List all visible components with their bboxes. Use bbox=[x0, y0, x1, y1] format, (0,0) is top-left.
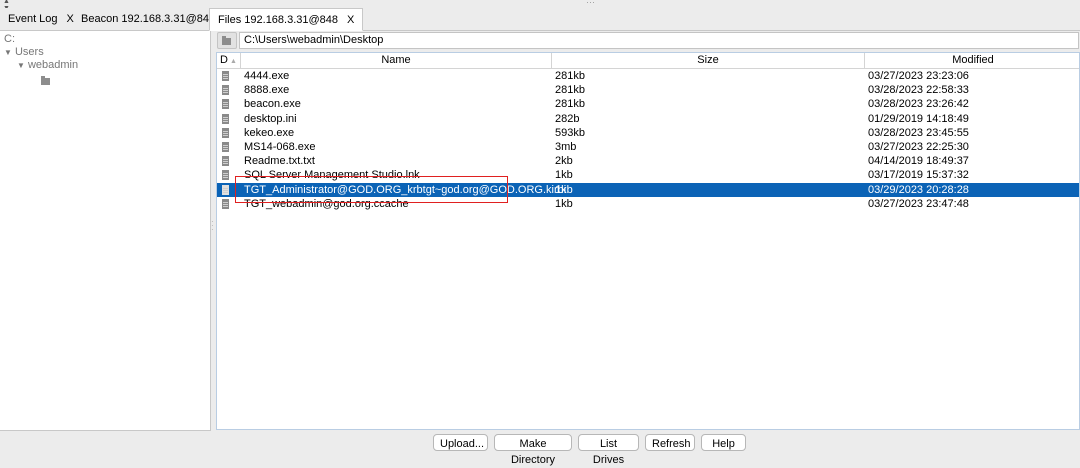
file-modified: 03/28/2023 23:26:42 bbox=[868, 98, 969, 111]
file-modified: 03/27/2023 23:47:48 bbox=[868, 197, 969, 210]
sort-ascending-icon: ▲ bbox=[229, 58, 237, 65]
upload-button[interactable]: Upload... bbox=[433, 434, 488, 451]
table-row[interactable]: beacon.exe 281kb 03/28/2023 23:26:42 bbox=[217, 97, 1079, 111]
folder-icon bbox=[41, 76, 50, 85]
list-drives-button[interactable]: List Drives bbox=[578, 434, 639, 466]
tree-node-label: C: bbox=[4, 33, 15, 45]
table-row[interactable]: desktop.ini 282b 01/29/2019 14:18:49 bbox=[217, 112, 1079, 126]
button-bar: Upload... Make Directory List Drives Ref… bbox=[0, 431, 1080, 466]
table-row[interactable]: TGT_webadmin@god.org.ccache 1kb 03/27/2023… bbox=[217, 197, 1079, 213]
refresh-button[interactable]: Refresh bbox=[645, 434, 695, 451]
tree-node-users[interactable]: ▼ Users bbox=[4, 46, 44, 58]
file-size: 282b bbox=[555, 112, 580, 125]
column-label: D bbox=[220, 54, 228, 66]
file-table[interactable]: D ▲ Name Size Modified 4444.exe 281kb 03/27… bbox=[216, 52, 1080, 430]
column-header-name[interactable]: Name bbox=[241, 53, 552, 68]
expand-arrow-icon[interactable]: ▼ bbox=[17, 61, 25, 70]
file-name: MS14-068.exe bbox=[244, 141, 316, 153]
table-row[interactable]: MS14-068.exe 3mb 03/27/2023 22:25:30 bbox=[217, 140, 1079, 154]
column-header-modified[interactable]: Modified bbox=[865, 53, 1079, 68]
file-name: Readme.txt.txt bbox=[244, 155, 315, 168]
file-icon bbox=[222, 198, 229, 213]
browse-folder-button[interactable] bbox=[217, 32, 237, 49]
path-bar: C:\Users\webadmin\Desktop bbox=[216, 31, 1080, 49]
tree-node-folder[interactable] bbox=[41, 76, 50, 88]
file-size: 1kb bbox=[555, 183, 573, 196]
file-name: TGT_Administrator@GOD.ORG_krbtgt~god.org… bbox=[244, 183, 567, 196]
make-directory-button[interactable]: Make Directory bbox=[494, 434, 572, 466]
tab-label: Files 192.168.3.31@848 bbox=[218, 14, 339, 26]
file-modified: 03/27/2023 22:25:30 bbox=[868, 141, 969, 153]
table-row[interactable]: 4444.exe 281kb 03/27/2023 23:23:06 bbox=[217, 69, 1079, 83]
table-row[interactable]: Readme.txt.txt 2kb 04/14/2019 18:49:37 bbox=[217, 154, 1079, 168]
tree-node-webadmin[interactable]: ▼ webadmin bbox=[17, 59, 78, 71]
table-row[interactable]: kekeo.exe 593kb 03/28/2023 23:45:55 bbox=[217, 126, 1079, 140]
column-header-d[interactable]: D ▲ bbox=[217, 53, 241, 68]
tree-node-label: Users bbox=[14, 46, 44, 58]
tree-node-drive[interactable]: C: bbox=[4, 33, 15, 45]
tab-label: Beacon 192.168.3.31@848 bbox=[81, 13, 216, 25]
file-size: 281kb bbox=[555, 84, 585, 97]
tab-beacon[interactable]: Beacon 192.168.3.31@848X bbox=[73, 8, 231, 30]
table-row[interactable]: 8888.exe 281kb 03/28/2023 22:58:33 bbox=[217, 83, 1079, 97]
folder-icon bbox=[222, 36, 231, 45]
table-row[interactable]: TGT_Administrator@GOD.ORG_krbtgt~god.org… bbox=[217, 182, 1079, 197]
tab-bar: Event LogX Beacon 192.168.3.31@848X File… bbox=[0, 8, 1080, 31]
table-header: D ▲ Name Size Modified bbox=[217, 53, 1079, 69]
tab-files[interactable]: Files 192.168.3.31@848 X bbox=[209, 8, 364, 31]
file-modified: 03/28/2023 23:45:55 bbox=[868, 126, 969, 139]
file-name: 8888.exe bbox=[244, 84, 290, 97]
help-button[interactable]: Help bbox=[701, 434, 746, 451]
file-modified: 03/27/2023 23:23:06 bbox=[868, 70, 969, 82]
path-input[interactable]: C:\Users\webadmin\Desktop bbox=[239, 32, 1079, 49]
file-name: 4444.exe bbox=[244, 70, 290, 82]
tree-node-label: webadmin bbox=[27, 59, 79, 71]
file-size: 2kb bbox=[555, 155, 573, 168]
file-size: 1kb bbox=[555, 169, 573, 182]
file-size: 281kb bbox=[555, 98, 585, 111]
file-modified: 04/14/2019 18:49:37 bbox=[868, 155, 969, 168]
window-top-strip: ▲▼ ··· bbox=[0, 0, 1080, 12]
file-name: beacon.exe bbox=[244, 98, 301, 111]
file-name: SQL Server Management Studio.lnk bbox=[244, 169, 420, 182]
file-size: 281kb bbox=[555, 70, 585, 82]
file-size: 593kb bbox=[555, 126, 585, 139]
file-size: 1kb bbox=[555, 197, 573, 210]
file-modified: 01/29/2019 14:18:49 bbox=[868, 112, 969, 125]
drag-grip-icon[interactable]: ··· bbox=[586, 0, 595, 7]
expand-arrow-icon[interactable]: ▼ bbox=[4, 48, 12, 57]
file-name: kekeo.exe bbox=[244, 126, 295, 139]
tab-label: Event Log bbox=[8, 13, 58, 25]
file-modified: 03/29/2023 20:28:28 bbox=[868, 183, 969, 196]
column-header-size[interactable]: Size bbox=[552, 53, 865, 68]
file-size: 3mb bbox=[555, 141, 577, 153]
file-name: desktop.ini bbox=[244, 112, 297, 125]
table-row[interactable]: SQL Server Management Studio.lnk 1kb 03/17… bbox=[217, 168, 1079, 182]
file-modified: 03/28/2023 22:58:33 bbox=[868, 84, 969, 97]
tab-event-log[interactable]: Event Log X bbox=[0, 8, 74, 30]
directory-tree[interactable]: C: ▼ Users ▼ webadmin bbox=[0, 31, 211, 431]
tab-close-icon[interactable]: X bbox=[347, 14, 354, 26]
file-name: TGT_webadmin@god.org.ccache bbox=[244, 197, 409, 210]
pane-splitter-handle[interactable]: · · · bbox=[211, 218, 214, 234]
file-modified: 03/17/2019 15:37:32 bbox=[868, 169, 969, 182]
